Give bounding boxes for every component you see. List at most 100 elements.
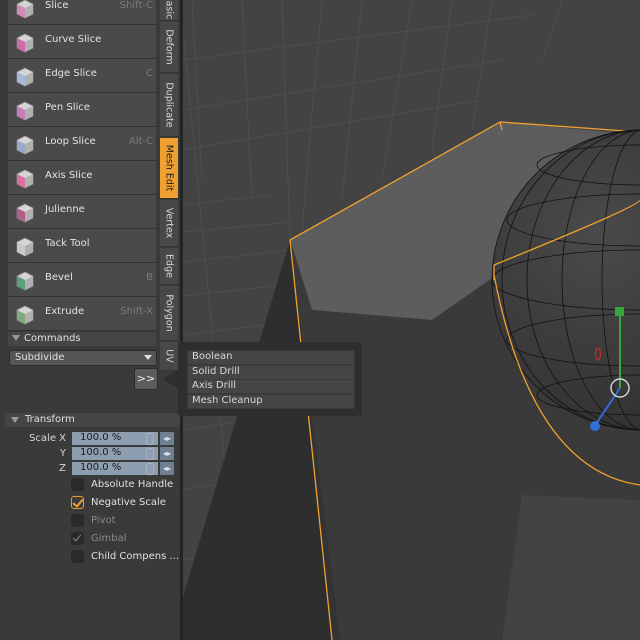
checkbox-label: Absolute Handle	[91, 479, 174, 490]
collapse-triangle-icon[interactable]	[12, 335, 20, 341]
panel-divider[interactable]	[180, 0, 183, 640]
tab-mesh-edit[interactable]: Mesh Edit	[160, 138, 178, 199]
julienne-icon	[13, 201, 37, 225]
commands-popup-menu: Boolean Solid Drill Axis Drill Mesh Cleanup	[178, 342, 362, 416]
tab-vertex[interactable]: Vertex	[160, 200, 178, 247]
menu-item-boolean[interactable]: Boolean	[187, 350, 355, 365]
tool-shortcut: B	[146, 272, 153, 283]
tool-button-julienne[interactable]: Julienne	[8, 195, 156, 229]
chevron-down-icon	[144, 355, 152, 360]
tab-label: Polygon	[163, 294, 175, 332]
bevel-icon	[13, 269, 37, 293]
tool-button-edge-slice[interactable]: Edge Slice C	[8, 59, 156, 93]
menu-item-axis-drill[interactable]: Axis Drill	[187, 379, 355, 394]
drag-spinner-icon[interactable]: ◂▸	[160, 447, 174, 460]
scale-value: 100.0 %	[80, 447, 122, 458]
tool-panel: Slice Shift-C Curve Slice Edge Slice C Pen Sl…	[0, 0, 182, 640]
scale-input[interactable]: 100.0 %	[72, 447, 158, 460]
menu-item-label: Boolean	[192, 351, 233, 362]
tab-label: Mesh Edit	[163, 144, 175, 192]
tool-label: Bevel	[45, 272, 73, 283]
link-icon[interactable]	[146, 448, 154, 460]
tool-shortcut: Shift-C	[119, 0, 153, 11]
scale-input[interactable]: 100.0 %	[72, 432, 158, 445]
axis-slice-icon	[13, 167, 37, 191]
tool-button-extrude[interactable]: Extrude Shift-X	[8, 297, 156, 331]
link-icon[interactable]	[146, 463, 154, 475]
slice-icon	[13, 0, 37, 21]
scale-row: Scale X 100.0 % ◂▸	[0, 432, 178, 446]
tack-tool-icon	[13, 235, 37, 259]
extrude-icon	[13, 303, 37, 327]
popup-pointer	[163, 369, 179, 389]
curve-slice-icon	[13, 31, 37, 55]
tool-button-pen-slice[interactable]: Pen Slice	[8, 93, 156, 127]
tool-shortcut: C	[146, 68, 153, 79]
tab-duplicate[interactable]: Duplicate	[160, 74, 178, 137]
more-commands-button[interactable]: >>	[134, 368, 158, 390]
tool-button-tack-tool[interactable]: Tack Tool	[8, 229, 156, 263]
tab-label: UV	[163, 349, 175, 363]
tab-label: Duplicate	[163, 82, 175, 128]
tool-button-axis-slice[interactable]: Axis Slice	[8, 161, 156, 195]
loop-slice-icon	[13, 133, 37, 157]
z-axis-handle-ball[interactable]	[590, 421, 600, 431]
commands-header[interactable]: Commands	[8, 332, 156, 346]
checkbox-negative-scale[interactable]	[71, 496, 84, 509]
tab-label: asic	[163, 0, 175, 20]
commands-dropdown-value: Subdivide	[15, 352, 65, 363]
tool-label: Extrude	[45, 306, 85, 317]
y-axis-handle-box[interactable]	[615, 307, 624, 316]
tool-label: Tack Tool	[45, 238, 90, 249]
transform-header[interactable]: Transform	[5, 413, 182, 427]
viewport-canvas[interactable]	[182, 0, 640, 640]
menu-item-solid-drill[interactable]: Solid Drill	[187, 364, 355, 380]
collapse-triangle-icon[interactable]	[11, 417, 19, 423]
checkbox-pivot[interactable]	[71, 514, 84, 527]
scale-row: Y 100.0 % ◂▸	[0, 447, 178, 461]
tab-label: Deform	[163, 29, 175, 65]
3d-viewport[interactable]	[182, 0, 640, 640]
tool-label: Curve Slice	[45, 34, 102, 45]
scale-input[interactable]: 100.0 %	[72, 462, 158, 475]
drag-spinner-icon[interactable]: ◂▸	[160, 432, 174, 445]
tool-button-bevel[interactable]: Bevel B	[8, 263, 156, 297]
tab-deform[interactable]: Deform	[160, 22, 178, 73]
tool-label: Pen Slice	[45, 102, 90, 113]
scale-label: Y	[59, 448, 66, 459]
tool-button-curve-slice[interactable]: Curve Slice	[8, 25, 156, 59]
menu-item-label: Mesh Cleanup	[192, 394, 263, 406]
scale-value: 100.0 %	[80, 432, 122, 443]
checkbox-absolute-handle[interactable]	[71, 478, 84, 491]
tool-label: Axis Slice	[45, 170, 93, 181]
tool-label: Slice	[45, 0, 69, 11]
tab-polygon[interactable]: Polygon	[160, 286, 178, 341]
edge-slice-icon	[13, 65, 37, 89]
tab-edge[interactable]: Edge	[160, 248, 178, 285]
tool-label: Edge Slice	[45, 68, 97, 79]
tab-uv[interactable]: UV	[160, 342, 178, 371]
drag-spinner-icon[interactable]: ◂▸	[160, 462, 174, 475]
tool-button-slice[interactable]: Slice Shift-C	[8, 0, 156, 25]
scale-value: 100.0 %	[80, 462, 122, 473]
scale-row: Z 100.0 % ◂▸	[0, 462, 178, 476]
checkbox-label: Child Compens ...	[91, 551, 180, 562]
menu-item-mesh-cleanup[interactable]: Mesh Cleanup	[187, 393, 355, 409]
tab-label: Edge	[163, 254, 175, 278]
tool-button-loop-slice[interactable]: Loop Slice Alt-C	[8, 127, 156, 161]
transform-header-label: Transform	[25, 414, 75, 425]
commands-dropdown[interactable]: Subdivide	[9, 350, 157, 366]
tab-asic[interactable]: asic	[160, 0, 178, 21]
commands-header-label: Commands	[24, 333, 81, 344]
checkbox-label: Pivot	[91, 515, 116, 526]
tool-list: Slice Shift-C Curve Slice Edge Slice C Pen Sl…	[8, 0, 156, 331]
pen-slice-icon	[13, 99, 37, 123]
scale-label: Z	[59, 463, 66, 474]
scale-label: Scale X	[29, 433, 66, 444]
checkbox-gimbal[interactable]	[71, 532, 84, 545]
tool-shortcut: Shift-X	[120, 306, 153, 317]
tab-label: Vertex	[163, 207, 175, 239]
link-icon[interactable]	[146, 433, 154, 445]
vertical-tab-strip: asic Deform Duplicate Mesh Edit Vertex Edge Po…	[159, 0, 179, 371]
checkbox-child-compens[interactable]	[71, 550, 84, 563]
